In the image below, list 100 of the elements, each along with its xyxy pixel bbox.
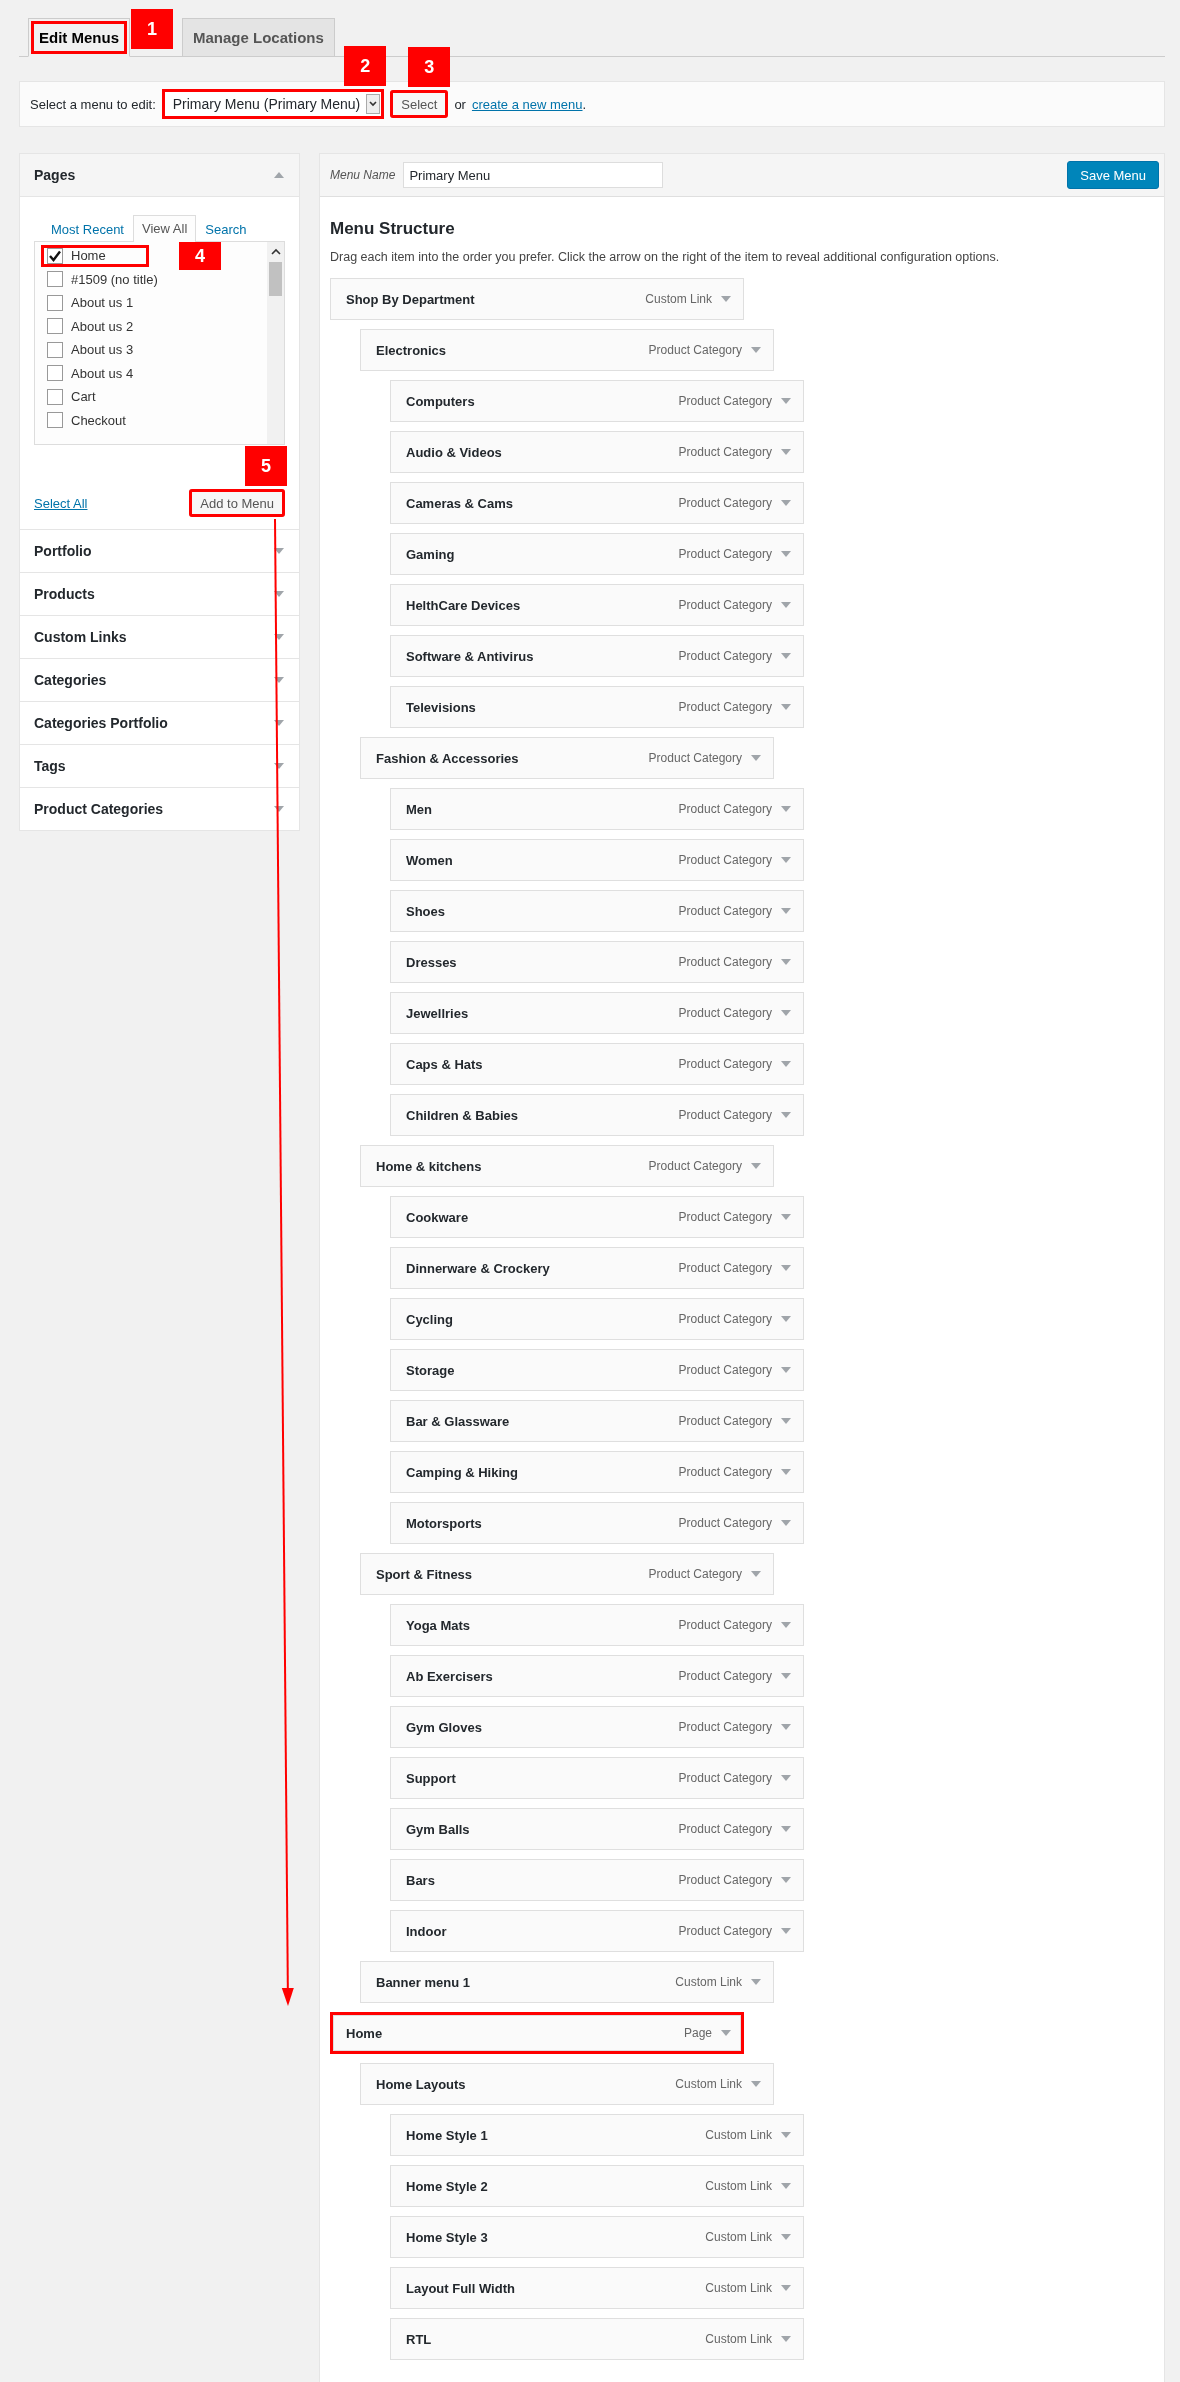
menu-item[interactable]: Cookware Product Category [390,1196,804,1238]
checkbox[interactable] [47,318,63,335]
checkbox[interactable] [47,294,63,311]
caret-icon[interactable] [781,1927,791,1935]
caret-icon[interactable] [781,856,791,864]
caret-icon[interactable] [751,2080,761,2088]
caret-icon[interactable] [781,1366,791,1374]
caret-icon[interactable] [781,1468,791,1476]
menu-item[interactable]: Electronics Product Category [360,329,774,371]
menu-item[interactable]: Storage Product Category [390,1349,804,1391]
menu-item[interactable]: Camping & Hiking Product Category [390,1451,804,1493]
menu-item[interactable]: Gaming Product Category [390,533,804,575]
caret-icon[interactable] [781,1519,791,1527]
caret-icon[interactable] [781,1621,791,1629]
menu-item[interactable]: Home Style 1 Custom Link [390,2114,804,2156]
caret-icon[interactable] [781,805,791,813]
caret-icon[interactable] [781,2284,791,2292]
menu-item[interactable]: Computers Product Category [390,380,804,422]
scrollbar-thumb[interactable] [269,262,282,296]
tab[interactable]: View All [133,215,197,242]
caret-icon[interactable] [751,346,761,354]
caret-icon[interactable] [751,754,761,762]
menu-item[interactable]: Shop By Department Custom Link [330,278,744,320]
menu-item[interactable]: Audio & Videos Product Category [390,431,804,473]
caret-icon[interactable] [781,1417,791,1425]
tab[interactable]: Most Recent [42,216,133,242]
scrollbar[interactable] [267,242,284,444]
caret-icon[interactable] [274,590,284,598]
menu-item[interactable]: Motorsports Product Category [390,1502,804,1544]
checkbox[interactable] [47,271,63,288]
caret-icon[interactable] [781,2233,791,2241]
scroll-up-icon[interactable] [270,248,281,256]
caret-icon[interactable] [781,1315,791,1323]
checkbox[interactable] [47,412,63,429]
menu-item[interactable]: Software & Antivirus Product Category [390,635,804,677]
menu-item[interactable]: Jewellries Product Category [390,992,804,1034]
menu-item[interactable]: Children & Babies Product Category [390,1094,804,1136]
menu-item[interactable]: HelthCare Devices Product Category [390,584,804,626]
menu-name-field[interactable]: Primary Menu [403,162,664,188]
caret-icon[interactable] [781,958,791,966]
checkbox[interactable] [47,341,63,358]
tab[interactable]: Manage Locations [182,18,335,57]
caret-icon[interactable] [721,2029,731,2037]
menu-item[interactable]: Banner menu 1 Custom Link [360,1961,774,2003]
menu-item[interactable]: Dinnerware & Crockery Product Category [390,1247,804,1289]
caret-icon[interactable] [721,295,731,303]
caret-icon[interactable] [781,1060,791,1068]
caret-icon[interactable] [781,1723,791,1731]
caret-icon[interactable] [274,547,284,555]
caret-icon[interactable] [781,1213,791,1221]
menu-item[interactable]: Layout Full Width Custom Link [390,2267,804,2309]
save-menu-button[interactable]: Save Menu [1067,161,1159,189]
caret-icon[interactable] [781,397,791,405]
caret-icon[interactable] [274,719,284,727]
tab[interactable]: Search [196,216,256,242]
caret-icon[interactable] [781,448,791,456]
create-menu-link[interactable]: create a new menu [471,96,583,112]
caret-icon[interactable] [781,1876,791,1884]
menu-item[interactable]: Cameras & Cams Product Category [390,482,804,524]
checkbox[interactable] [47,388,63,405]
section-header[interactable]: Pages [20,154,299,197]
menu-item[interactable]: Home Layouts Custom Link [360,2063,774,2105]
menu-item[interactable]: Sport & Fitness Product Category [360,1553,774,1595]
menu-item[interactable]: Home Style 3 Custom Link [390,2216,804,2258]
menu-item[interactable]: Yoga Mats Product Category [390,1604,804,1646]
menu-item[interactable]: Gym Balls Product Category [390,1808,804,1850]
menu-item[interactable]: RTL Custom Link [390,2318,804,2360]
caret-icon[interactable] [751,1978,761,1986]
caret-icon[interactable] [274,676,284,684]
caret-icon[interactable] [274,171,284,179]
caret-icon[interactable] [274,805,284,813]
menu-item[interactable]: Caps & Hats Product Category [390,1043,804,1085]
caret-icon[interactable] [781,1264,791,1272]
caret-icon[interactable] [751,1162,761,1170]
menu-item[interactable]: Bar & Glassware Product Category [390,1400,804,1442]
caret-icon[interactable] [781,1825,791,1833]
caret-icon[interactable] [781,550,791,558]
menu-item[interactable]: Dresses Product Category [390,941,804,983]
menu-item[interactable]: Support Product Category [390,1757,804,1799]
select-all-link[interactable]: Select All [34,495,88,511]
caret-icon[interactable] [781,499,791,507]
caret-icon[interactable] [781,703,791,711]
menu-item[interactable]: Home & kitchens Product Category [360,1145,774,1187]
caret-icon[interactable] [751,1570,761,1578]
menu-item[interactable]: Cycling Product Category [390,1298,804,1340]
caret-icon[interactable] [781,1009,791,1017]
menu-item[interactable]: Women Product Category [390,839,804,881]
menu-item[interactable]: Men Product Category [390,788,804,830]
caret-icon[interactable] [274,762,284,770]
caret-icon[interactable] [274,633,284,641]
caret-icon[interactable] [781,652,791,660]
caret-icon[interactable] [781,2335,791,2343]
caret-icon[interactable] [781,601,791,609]
menu-item[interactable]: Bars Product Category [390,1859,804,1901]
caret-icon[interactable] [781,2131,791,2139]
caret-icon[interactable] [781,1774,791,1782]
dropdown-icon[interactable] [366,94,381,114]
checkbox[interactable] [47,365,63,382]
menu-item[interactable]: Ab Exercisers Product Category [390,1655,804,1697]
menu-item[interactable]: Home Page [330,2012,744,2054]
